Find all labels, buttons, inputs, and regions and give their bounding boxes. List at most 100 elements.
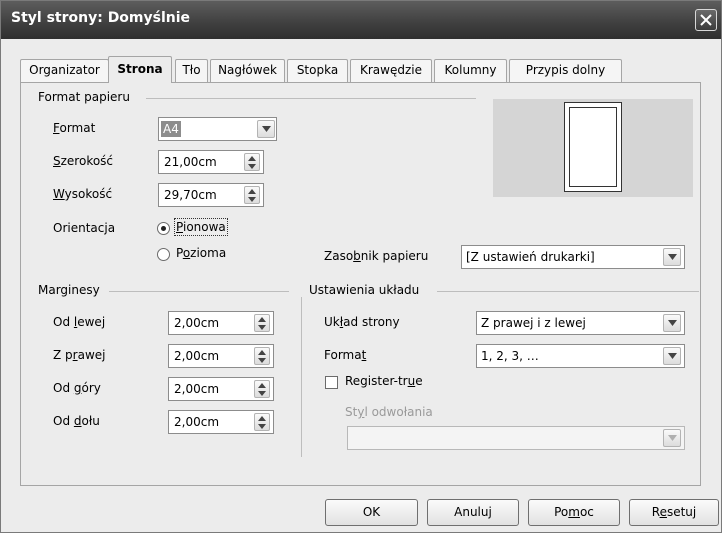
tab-label: Kolumny (444, 63, 497, 77)
margin-bottom-value: 2,00cm (174, 415, 220, 429)
paper-tray-label: Zasobnik papieru (324, 249, 429, 263)
portrait-label[interactable]: Pionowa (174, 218, 228, 236)
spin-arrows-icon (248, 156, 256, 169)
numbering-format-label: Format (324, 348, 367, 362)
margin-top-label: Od góry (53, 381, 101, 395)
numbering-format-dropdown-button[interactable] (663, 347, 681, 365)
page-style-dialog: Styl strony: Domyślnie Organizator Stron… (0, 0, 722, 533)
window-title: Styl strony: Domyślnie (11, 10, 191, 26)
register-true-checkbox[interactable] (325, 376, 338, 389)
tab-label: Stopka (296, 63, 339, 77)
margin-top-spinbox[interactable]: 2,00cm (168, 377, 274, 401)
layout-settings-heading: Ustawienia układu (309, 283, 420, 297)
close-button[interactable] (695, 9, 717, 31)
height-spin-button[interactable] (244, 186, 260, 204)
landscape-radio[interactable] (157, 248, 170, 261)
tab-strona[interactable]: Strona (108, 56, 172, 83)
help-button[interactable]: Pomoc (528, 499, 620, 526)
reset-button[interactable]: Resetuj (629, 499, 719, 526)
section-divider (146, 98, 476, 99)
page-layout-select[interactable]: Z prawej i z lewej (476, 311, 685, 335)
tab-label: Nagłówek (218, 63, 277, 77)
margins-heading: Marginesy (38, 283, 100, 297)
chevron-down-icon (262, 126, 271, 132)
tab-panel-strona: Format papieru Format A4 Szerokość 21,00… (20, 82, 701, 486)
title-bar[interactable]: Styl strony: Domyślnie (1, 1, 721, 39)
margin-top-spin-button[interactable] (254, 380, 270, 398)
reference-style-dropdown-button[interactable] (663, 429, 681, 447)
button-label: OK (362, 505, 381, 519)
tab-przypis-dolny[interactable]: Przypis dolny (509, 59, 622, 82)
width-spin-button[interactable] (244, 153, 260, 171)
margin-bottom-label: Od dołu (53, 414, 100, 428)
close-icon (700, 14, 712, 26)
orientation-label: Orientacja (53, 221, 116, 235)
margin-right-label: Z prawej (53, 348, 106, 362)
page-layout-dropdown-button[interactable] (663, 314, 681, 332)
margin-bottom-spinbox[interactable]: 2,00cm (168, 410, 274, 434)
tab-label: Krawędzie (360, 63, 422, 77)
button-label: Pomoc (554, 505, 594, 519)
vertical-separator (301, 297, 302, 457)
tab-stopka[interactable]: Stopka (287, 59, 348, 82)
tab-label: Tło (182, 63, 201, 77)
paper-tray-dropdown-button[interactable] (663, 248, 681, 266)
tab-label: Organizator (29, 63, 100, 77)
margin-left-value: 2,00cm (174, 316, 220, 330)
page-layout-value: Z prawej i z lewej (481, 316, 586, 330)
chevron-down-icon (668, 353, 677, 359)
section-divider (437, 291, 699, 292)
margin-top-value: 2,00cm (174, 382, 220, 396)
format-value: A4 (161, 121, 181, 137)
paper-tray-value: [Z ustawień drukarki] (466, 250, 595, 264)
margin-left-label: Od lewej (53, 315, 106, 329)
format-label: Format (53, 121, 96, 135)
margin-bottom-spin-button[interactable] (254, 413, 270, 431)
preview-page-icon (564, 102, 622, 192)
margin-left-spin-button[interactable] (254, 314, 270, 332)
spin-arrows-icon (258, 383, 266, 396)
reference-style-label: Styl odwołania (345, 405, 433, 419)
width-value: 21,00cm (164, 155, 217, 169)
spin-arrows-icon (248, 189, 256, 202)
page-layout-label: Układ strony (324, 315, 400, 329)
format-dropdown-button[interactable] (257, 120, 275, 138)
spin-arrows-icon (258, 350, 266, 363)
margin-left-spinbox[interactable]: 2,00cm (168, 311, 274, 335)
tab-tlo[interactable]: Tło (175, 59, 208, 82)
tab-naglowek[interactable]: Nagłówek (210, 59, 285, 82)
tab-krawedzie[interactable]: Krawędzie (350, 59, 432, 82)
margin-right-spin-button[interactable] (254, 347, 270, 365)
margin-right-value: 2,00cm (174, 349, 220, 363)
height-value: 29,70cm (164, 188, 217, 202)
paper-format-heading: Format papieru (38, 90, 130, 104)
reference-style-select[interactable] (347, 426, 685, 450)
register-true-label[interactable]: Register-true (345, 374, 423, 388)
height-spinbox[interactable]: 29,70cm (158, 183, 264, 207)
tab-label: Strona (117, 62, 163, 76)
paper-tray-select[interactable]: [Z ustawień drukarki] (461, 245, 685, 269)
ok-button[interactable]: OK (325, 499, 418, 526)
height-label: Wysokość (53, 187, 113, 201)
portrait-radio[interactable] (157, 222, 170, 235)
cancel-button[interactable]: Anuluj (427, 499, 519, 526)
tab-organizator[interactable]: Organizator (20, 59, 109, 82)
margin-right-spinbox[interactable]: 2,00cm (168, 344, 274, 368)
width-label: Szerokość (53, 154, 114, 168)
format-select[interactable]: A4 (158, 117, 277, 141)
width-spinbox[interactable]: 21,00cm (158, 150, 264, 174)
numbering-format-select[interactable]: 1, 2, 3, … (476, 344, 685, 368)
button-label: Anuluj (454, 505, 492, 519)
chevron-down-icon (668, 254, 677, 260)
tab-kolumny[interactable]: Kolumny (434, 59, 507, 82)
tab-label: Przypis dolny (525, 63, 606, 77)
spin-arrows-icon (258, 416, 266, 429)
chevron-down-icon (668, 435, 677, 441)
landscape-label[interactable]: Pozioma (176, 246, 226, 260)
chevron-down-icon (668, 320, 677, 326)
section-divider (109, 291, 289, 292)
button-label: Resetuj (651, 505, 697, 519)
page-preview (493, 99, 693, 197)
spin-arrows-icon (258, 317, 266, 330)
numbering-format-value: 1, 2, 3, … (481, 349, 539, 363)
